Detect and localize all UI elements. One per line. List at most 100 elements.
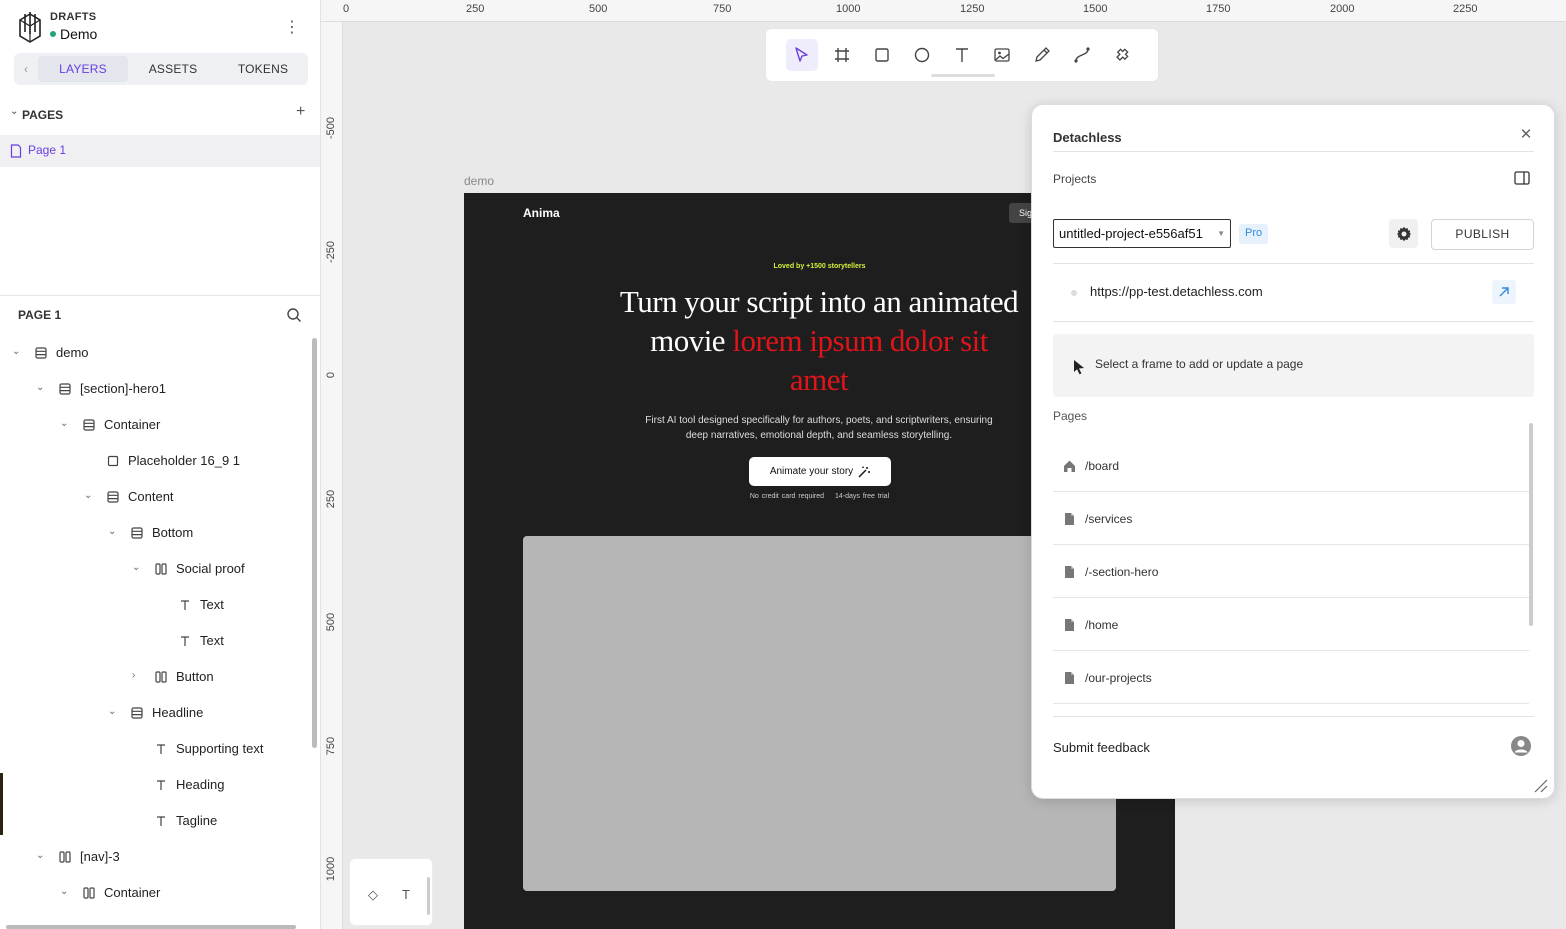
fine-print-2: 14-days free trial	[835, 493, 890, 500]
layer-row[interactable]: Heading	[0, 767, 312, 803]
layer-row[interactable]: ⌄ Container	[0, 407, 312, 443]
search-icon[interactable]	[286, 307, 302, 323]
layers-scrollbar[interactable]	[312, 338, 317, 748]
page-icon	[10, 144, 22, 158]
chevron-down-icon[interactable]: ⌄	[108, 526, 120, 538]
plugins-icon	[1116, 48, 1129, 61]
resize-handle-icon[interactable]	[1532, 777, 1548, 793]
layer-row[interactable]: ⌄ demo	[0, 335, 312, 371]
more-menu-icon[interactable]: ⋮	[284, 18, 300, 38]
stack-layout-icon	[107, 491, 119, 503]
publish-button[interactable]: PUBLISH	[1431, 219, 1534, 250]
pages-list: /board/services /-section-hero/home/our-p…	[1053, 439, 1529, 717]
site-url[interactable]: https://pp-test.detachless.com	[1090, 284, 1263, 299]
submit-feedback-link[interactable]: Submit feedback	[1053, 740, 1150, 755]
settings-button[interactable]	[1389, 219, 1418, 248]
plugins-tool[interactable]	[1106, 39, 1138, 71]
columns-layout-icon	[155, 671, 167, 683]
close-icon[interactable]: ✕	[1516, 125, 1536, 145]
chevron-down-icon[interactable]: ⌄	[36, 382, 48, 394]
tab-layers[interactable]: LAYERS	[38, 56, 128, 82]
layer-row[interactable]: › Button	[0, 659, 312, 695]
chevron-down-icon[interactable]: ⌄	[10, 106, 18, 117]
layer-label: [section]-hero1	[80, 381, 166, 396]
layer-label: Text	[200, 597, 224, 612]
mini-toolbar-divider	[427, 877, 430, 915]
text-style-icon[interactable]: T	[402, 887, 410, 902]
layer-label: Heading	[176, 777, 225, 792]
fill-drop-icon[interactable]: ◇	[368, 887, 378, 903]
layer-row[interactable]: ⌄ Content	[0, 479, 312, 515]
add-page-icon[interactable]: +	[296, 103, 305, 121]
layer-label: [nav]-3	[80, 849, 120, 864]
page-path: /board	[1085, 459, 1120, 473]
tab-assets[interactable]: ASSETS	[128, 56, 218, 82]
ruler-tick-label: 1750	[1206, 3, 1231, 15]
background-edge	[0, 773, 3, 835]
path-icon	[1074, 47, 1090, 63]
chevron-down-icon[interactable]: ⌄	[108, 706, 120, 718]
divider	[1053, 716, 1534, 717]
pen-tool[interactable]	[1026, 39, 1058, 71]
project-name[interactable]: Demo	[50, 26, 97, 42]
chevron-down-icon[interactable]: ⌄	[84, 490, 96, 502]
layer-label: Headline	[152, 705, 204, 720]
layer-row[interactable]: Placeholder 16_9 1	[0, 443, 312, 479]
site-url-row: https://pp-test.detachless.com	[1053, 277, 1534, 307]
frame-icon	[835, 48, 849, 62]
layers-header: PAGE 1	[18, 308, 310, 326]
page-item-page-1[interactable]: Page 1	[0, 135, 320, 167]
chevron-down-icon[interactable]: ⌄	[132, 562, 144, 574]
frame-tool[interactable]	[826, 39, 858, 71]
home-icon	[1064, 460, 1075, 472]
layer-row[interactable]: ⌄ Bottom	[0, 515, 312, 551]
chevron-right-icon[interactable]: ›	[132, 670, 144, 682]
text-tool[interactable]	[946, 39, 978, 71]
project-select[interactable]: untitled-project-e556af51 ▼	[1053, 219, 1231, 248]
image-tool[interactable]	[986, 39, 1018, 71]
path-tool[interactable]	[1066, 39, 1098, 71]
sidebar-panel-icon[interactable]	[1514, 171, 1530, 185]
toolbar-drag-handle[interactable]	[931, 74, 995, 77]
chevron-down-icon[interactable]: ⌄	[60, 886, 72, 898]
pages-section-header[interactable]: ⌄ PAGES +	[10, 103, 310, 124]
tab-tokens[interactable]: TOKENS	[218, 56, 308, 82]
chevron-down-icon[interactable]: ⌄	[60, 418, 72, 430]
page-list-item[interactable]: /services	[1053, 492, 1529, 545]
chevron-down-icon[interactable]: ⌄	[36, 850, 48, 862]
pen-icon	[1035, 47, 1050, 62]
ruler-tick-label: -500	[325, 116, 337, 140]
ruler-left: -500 -250 0 250 500 750 1000	[321, 22, 343, 929]
layer-row[interactable]: Text	[0, 587, 312, 623]
layer-row[interactable]: Tagline	[0, 803, 312, 839]
rectangle-tool[interactable]	[866, 39, 898, 71]
page-list-item[interactable]: /board	[1053, 439, 1529, 492]
layer-row[interactable]: ⌄ Social proof	[0, 551, 312, 587]
layer-row[interactable]: ⌄ [section]-hero1	[0, 371, 312, 407]
user-avatar-icon[interactable]	[1510, 735, 1532, 757]
collapse-chevron-icon[interactable]: ‹	[14, 62, 38, 76]
page-list-item[interactable]: /-section-hero	[1053, 545, 1529, 598]
ellipse-tool[interactable]	[906, 39, 938, 71]
left-sidebar: DRAFTS Demo ⋮ ‹ LAYERS ASSETS TOKENS ⌄ P…	[0, 0, 321, 929]
penpot-logo-icon[interactable]	[16, 10, 44, 44]
horizontal-scrollbar[interactable]	[6, 925, 296, 929]
page-path: /services	[1085, 512, 1133, 526]
layer-row[interactable]: ⌄ Container	[0, 875, 312, 911]
layer-row[interactable]: Text	[0, 623, 312, 659]
layer-label: Bottom	[152, 525, 194, 540]
open-external-button[interactable]	[1492, 280, 1516, 304]
layer-label: Social proof	[176, 561, 245, 576]
move-tool[interactable]	[786, 39, 818, 71]
layer-label: demo	[56, 345, 89, 360]
frame-label[interactable]: demo	[464, 174, 494, 188]
pages-scrollbar[interactable]	[1529, 423, 1533, 626]
layer-row[interactable]: Supporting text	[0, 731, 312, 767]
sidebar-tabs: ‹ LAYERS ASSETS TOKENS	[14, 53, 308, 85]
page-list-item[interactable]: /home	[1053, 598, 1529, 651]
layer-row[interactable]: ⌄ [nav]-3	[0, 839, 312, 875]
layer-row[interactable]: ⌄ Headline	[0, 695, 312, 731]
chevron-down-icon[interactable]: ⌄	[12, 346, 24, 358]
text-icon	[181, 600, 189, 610]
page-list-item[interactable]: /our-projects	[1053, 651, 1529, 704]
